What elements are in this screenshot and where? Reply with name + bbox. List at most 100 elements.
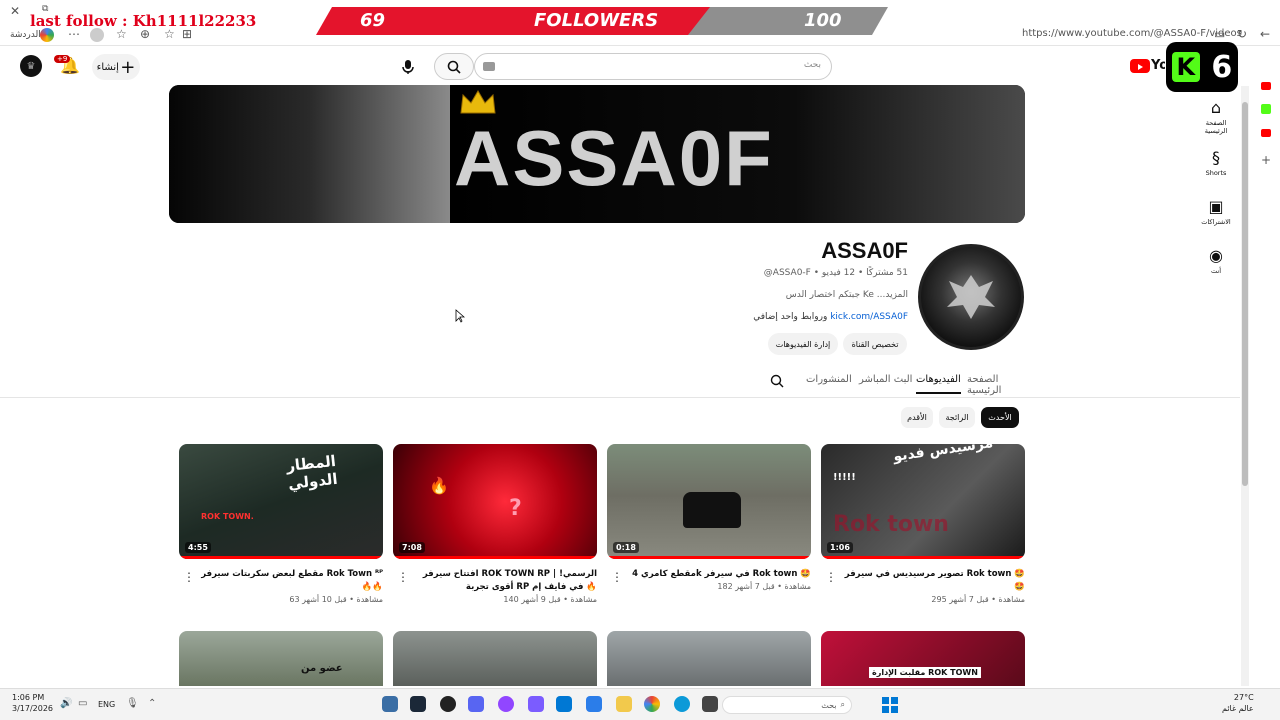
channel-avatar[interactable] xyxy=(918,244,1024,350)
store-icon[interactable] xyxy=(586,696,602,712)
thumbnail-title-text: المطار الدولي xyxy=(285,451,339,493)
thumbnail-caption: عضو من xyxy=(301,663,343,674)
more-options-icon[interactable]: ⋮ xyxy=(397,570,409,584)
add-favorite-icon[interactable]: ☆ xyxy=(164,27,175,41)
favorites-star-icon[interactable]: ☆ xyxy=(116,27,127,41)
profile-icon[interactable] xyxy=(90,28,104,42)
more-options-icon[interactable]: ⋮ xyxy=(611,570,623,584)
edge-icon[interactable] xyxy=(674,696,690,712)
extension-icon[interactable]: ⊕ xyxy=(140,27,150,41)
app-icon[interactable] xyxy=(528,696,544,712)
steam-client-icon[interactable] xyxy=(410,696,426,712)
youtube-tab-icon[interactable] xyxy=(1261,82,1271,90)
video-thumbnail[interactable]: مقلبت الإدارة ROK TOWN xyxy=(821,631,1025,686)
create-button[interactable]: إنشاء + xyxy=(92,54,140,80)
tray-chevron-icon[interactable]: ⌃ xyxy=(148,698,156,709)
video-thumbnail[interactable]: 0:18 xyxy=(607,444,811,559)
network-icon[interactable]: ▭ xyxy=(78,698,87,709)
keyboard-icon[interactable] xyxy=(483,62,495,71)
chat-label[interactable]: الدردشة xyxy=(10,30,41,40)
chrome-icon[interactable] xyxy=(644,696,660,712)
reader-icon[interactable]: ▭ xyxy=(1214,27,1225,41)
account-avatar[interactable]: ♛ xyxy=(20,55,42,77)
taskbar-clock[interactable]: 1:06 PM 3/17/2026 xyxy=(12,692,53,714)
channel-link[interactable]: kick.com/ASSA0F xyxy=(830,312,908,322)
video-thumbnail[interactable]: المطار الدولي ROK TOWN. 4:55 xyxy=(179,444,383,559)
video-thumbnail[interactable] xyxy=(607,631,811,686)
language-indicator[interactable]: ENG xyxy=(98,700,115,709)
video-title[interactable]: افتتاح سيرفر ROK TOWN RP الرسمي! | أقوى … xyxy=(393,568,597,594)
video-card[interactable]: المطار الدولي ROK TOWN. 4:55 مقطع لبعض س… xyxy=(179,444,383,606)
discord-icon[interactable] xyxy=(468,696,484,712)
followers-goal-bar: 69 FOLLOWERS 100 xyxy=(316,7,888,35)
sidebar-item-shorts[interactable]: § Shorts xyxy=(1195,148,1237,177)
search-input[interactable]: بحث xyxy=(474,53,832,80)
video-thumbnail[interactable]: ? 🔥 7:08 xyxy=(393,444,597,559)
user-icon: ◉ xyxy=(1209,246,1223,265)
obs-icon[interactable] xyxy=(440,696,456,712)
terminal-icon[interactable] xyxy=(702,696,718,712)
voice-search-button[interactable] xyxy=(396,55,420,79)
close-icon[interactable]: ✕ xyxy=(10,4,20,18)
video-duration: 4:55 xyxy=(185,542,211,553)
weather-temperature: 27°C xyxy=(1233,693,1254,702)
follower-count: 69 xyxy=(360,10,386,31)
back-icon[interactable]: ← xyxy=(1260,27,1270,41)
weather-widget[interactable]: 27°C عالم غائم xyxy=(1222,692,1254,714)
channel-link-suffix[interactable]: وروابط واحد إضافي xyxy=(753,312,827,322)
sidebar-item-home[interactable]: ⌂ الصفحة الرئيسية xyxy=(1195,98,1237,135)
video-card[interactable]: ? 🔥 7:08 افتتاح سيرفر ROK TOWN RP الرسمي… xyxy=(393,444,597,606)
tab-posts[interactable]: المنشورات xyxy=(806,374,852,385)
more-options-icon[interactable]: ⋮ xyxy=(183,570,195,584)
video-title[interactable]: مقطع لبعض سكربتات سيرفر Rok Town ᴿᴾ 🔥🔥 xyxy=(179,568,383,594)
add-tab-icon[interactable]: + xyxy=(1261,153,1271,167)
sidebar-item-subscriptions[interactable]: ▣ الاشتراكات xyxy=(1195,197,1237,226)
video-card[interactable]: 0:18 مقطع كامري 4k في سيرفر Rok town 🤩 1… xyxy=(607,444,811,593)
channel-description[interactable]: جبتكم اختصار الدس Ke ...المزيد xyxy=(700,290,908,300)
scrollbar-thumb[interactable] xyxy=(1242,102,1248,486)
customize-channel-button[interactable]: تخصيص القناة xyxy=(843,333,907,355)
steam-icon[interactable] xyxy=(382,696,398,712)
youtube-logo-icon[interactable] xyxy=(1130,59,1150,73)
file-explorer-icon[interactable] xyxy=(616,696,632,712)
sidebar-item-you[interactable]: ◉ أنت xyxy=(1195,246,1237,275)
chip-popular[interactable]: الرائجة xyxy=(939,407,975,428)
mic-tray-icon[interactable]: 🎙 xyxy=(126,698,139,709)
tab-home[interactable]: الصفحة الرئيسية xyxy=(967,374,1026,396)
windows-start-icon[interactable] xyxy=(882,697,898,713)
outlook-icon[interactable] xyxy=(556,696,572,712)
video-thumbnail[interactable]: مرسيدس فديو !!!!! Rok town 1:06 xyxy=(821,444,1025,559)
video-card[interactable]: مرسيدس فديو !!!!! Rok town 1:06 تصوير مر… xyxy=(821,444,1025,606)
more-icon[interactable]: ⋯ xyxy=(68,27,80,41)
tab-live[interactable]: البث المباشر xyxy=(859,374,912,385)
crown-icon xyxy=(460,90,496,114)
video-title[interactable]: تصوير مرسيديس في سيرفر Rok town 🤩🤩 xyxy=(821,568,1025,594)
video-thumbnail[interactable] xyxy=(393,631,597,686)
search-button[interactable] xyxy=(434,53,474,80)
channel-search-button[interactable] xyxy=(770,373,784,392)
more-options-icon[interactable]: ⋮ xyxy=(825,570,837,584)
video-duration: 0:18 xyxy=(613,542,639,553)
video-thumbnail[interactable]: عضو من xyxy=(179,631,383,686)
kick-badge: K 6 xyxy=(1166,42,1238,92)
youtube-tab-icon[interactable] xyxy=(1261,129,1271,137)
app-icon[interactable] xyxy=(498,696,514,712)
scrollbar[interactable] xyxy=(1241,86,1249,686)
watch-progress-bar xyxy=(821,556,1025,559)
copilot-icon[interactable] xyxy=(40,28,54,42)
chip-latest[interactable]: الأحدث xyxy=(981,407,1019,428)
refresh-icon[interactable]: ↻ xyxy=(1237,27,1247,41)
chip-oldest[interactable]: الأقدم xyxy=(901,407,933,428)
kick-tab-icon[interactable] xyxy=(1261,104,1271,114)
channel-tabs: الصفحة الرئيسية الفيديوهات البث المباشر … xyxy=(760,366,1026,396)
taskbar-search[interactable]: بحث ⌕ xyxy=(722,696,852,714)
tab-videos[interactable]: الفيديوهات xyxy=(916,374,961,394)
volume-icon[interactable]: 🔊 xyxy=(60,698,72,709)
manage-videos-button[interactable]: إدارة الفيديوهات xyxy=(768,333,838,355)
collections-icon[interactable]: ⊞ xyxy=(182,27,192,41)
address-bar[interactable]: https://www.youtube.com/@ASSA0-F/videos xyxy=(1022,28,1242,39)
clock-time: 1:06 PM xyxy=(12,693,45,702)
video-duration: 1:06 xyxy=(827,542,853,553)
plus-icon: + xyxy=(120,56,136,78)
video-title[interactable]: مقطع كامري 4k في سيرفر Rok town 🤩 xyxy=(607,568,811,581)
